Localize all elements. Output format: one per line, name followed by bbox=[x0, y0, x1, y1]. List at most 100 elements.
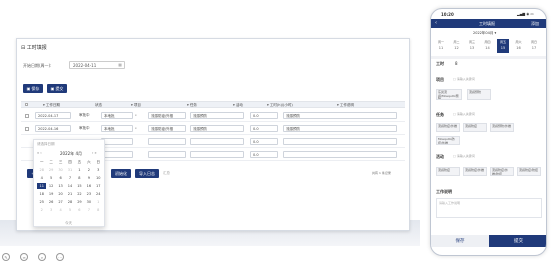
add-button[interactable]: 添加 bbox=[531, 21, 539, 27]
week-day[interactable]: 周三 13 bbox=[466, 39, 478, 53]
hours-value[interactable]: 8 bbox=[455, 61, 458, 66]
next-month-button[interactable]: › » bbox=[92, 151, 97, 155]
calendar-day[interactable]: 8 bbox=[94, 207, 103, 213]
activity-cell[interactable]: 流感预防 bbox=[190, 125, 244, 132]
calendar-day[interactable]: 25 bbox=[37, 199, 46, 205]
week-day[interactable]: 周一 11 bbox=[435, 39, 447, 53]
calendar-day[interactable]: 6 bbox=[75, 207, 84, 213]
calendar-day[interactable]: 29 bbox=[75, 199, 84, 205]
desc-cell[interactable] bbox=[283, 151, 397, 158]
calendar-day[interactable]: 11 bbox=[37, 183, 47, 189]
task-chip[interactable]: 流感预防/外推 bbox=[490, 123, 514, 132]
desc-cell[interactable] bbox=[283, 138, 397, 145]
project-cell[interactable]: 本地批 bbox=[101, 112, 133, 119]
zoom-icon[interactable]: ⌕ bbox=[38, 253, 46, 261]
calendar-day[interactable]: 22 bbox=[75, 191, 84, 197]
task-cell[interactable]: 流感防疫/外推 bbox=[148, 112, 186, 119]
calendar-day[interactable]: 14 bbox=[65, 183, 74, 189]
submit-button[interactable]: ▣ 提交 bbox=[47, 84, 67, 93]
calendar-day[interactable]: 4 bbox=[56, 207, 65, 213]
calendar-day[interactable]: 6 bbox=[56, 175, 65, 181]
today-button[interactable]: 今天 bbox=[65, 221, 72, 226]
calendar-day[interactable]: 16 bbox=[84, 183, 93, 189]
calendar-day[interactable]: 31 bbox=[65, 167, 74, 173]
row-checkbox[interactable] bbox=[25, 127, 29, 131]
calendar-day[interactable]: 3 bbox=[94, 167, 103, 173]
calendar-day[interactable]: 17 bbox=[94, 183, 103, 189]
task-chip[interactable]: Mosquito防控/外推 bbox=[436, 136, 460, 145]
calendar-day[interactable]: 19 bbox=[46, 191, 55, 197]
hours-cell[interactable]: 0.0 bbox=[250, 125, 278, 132]
calendar-day[interactable]: 18 bbox=[37, 191, 46, 197]
save-button[interactable]: ▣ 保存 bbox=[23, 84, 43, 93]
mobile-submit-button[interactable]: 提交 bbox=[489, 235, 546, 247]
calendar-day[interactable]: 15 bbox=[75, 183, 84, 189]
task-cell[interactable] bbox=[148, 138, 186, 145]
calendar-day[interactable]: 20 bbox=[56, 191, 65, 197]
calendar-day[interactable]: 9 bbox=[84, 175, 93, 181]
import-log-button[interactable]: 导入日志 bbox=[135, 169, 159, 178]
project-cell[interactable] bbox=[101, 138, 133, 145]
week-day[interactable]: 周四 14 bbox=[482, 39, 494, 53]
task-cell[interactable] bbox=[148, 151, 186, 158]
calendar-day[interactable]: 27 bbox=[56, 199, 65, 205]
calendar-day[interactable]: 3 bbox=[46, 207, 55, 213]
task-chip[interactable]: 流感防疫/外推 bbox=[436, 123, 460, 132]
search-icon[interactable]: ⌕ bbox=[135, 113, 137, 117]
calendar-day[interactable]: 13 bbox=[56, 183, 65, 189]
calendar-day[interactable]: 26 bbox=[46, 199, 55, 205]
week-day[interactable]: 周二 12 bbox=[451, 39, 463, 53]
calendar-day[interactable]: 29 bbox=[46, 167, 55, 173]
calendar-day[interactable]: 7 bbox=[65, 175, 74, 181]
row-checkbox[interactable] bbox=[25, 114, 29, 118]
activity-chip[interactable]: 流感防疫/外推 bbox=[463, 167, 487, 176]
hours-cell[interactable]: 0.0 bbox=[250, 151, 278, 158]
link-icon[interactable]: ∞ bbox=[20, 253, 28, 261]
calendar-day[interactable]: 4 bbox=[37, 175, 46, 181]
activity-chip[interactable]: 流感防疫/防控 bbox=[517, 167, 541, 176]
date-picker-input[interactable]: 请选择日期 bbox=[37, 142, 55, 147]
activity-cell[interactable] bbox=[190, 138, 244, 145]
calendar-day[interactable]: 2 bbox=[37, 207, 46, 213]
calendar-day[interactable]: 2 bbox=[84, 167, 93, 173]
date-cell[interactable]: 2022-04-17 bbox=[35, 112, 71, 119]
activity-chip[interactable]: 流感防疫 bbox=[436, 167, 460, 176]
calendar-day[interactable]: 30 bbox=[84, 199, 93, 205]
back-icon[interactable]: ‹ bbox=[435, 20, 437, 26]
select-all-checkbox[interactable] bbox=[25, 103, 28, 106]
hours-cell[interactable]: 0.0 bbox=[250, 138, 278, 145]
more-icon[interactable]: ⋯ bbox=[56, 253, 64, 261]
activity-chip[interactable]: 流感防疫/外推/防控 bbox=[490, 167, 514, 176]
task-search[interactable]: □ 请输入关键词 bbox=[453, 112, 475, 116]
start-date-input[interactable]: 2022-04-11 ▦ bbox=[69, 61, 125, 69]
calendar-day[interactable]: 28 bbox=[65, 199, 74, 205]
month-selector[interactable]: 2022年04月 ▾ bbox=[473, 31, 496, 36]
calendar-day[interactable]: 5 bbox=[65, 207, 74, 213]
calendar-day[interactable]: 10 bbox=[94, 175, 103, 181]
desc-textarea[interactable]: 请输入工作说明 bbox=[436, 198, 542, 218]
desc-cell[interactable]: 流感预防 bbox=[283, 112, 397, 119]
desc-cell[interactable]: 流感预防 bbox=[283, 125, 397, 132]
calendar-day[interactable]: 30 bbox=[56, 167, 65, 173]
task-cell[interactable]: 流感防疫/外推 bbox=[148, 125, 186, 132]
week-day[interactable]: 周日 17 bbox=[528, 39, 540, 53]
hours-cell[interactable]: 0.0 bbox=[250, 112, 278, 119]
project-cell[interactable]: 本地批 bbox=[101, 125, 133, 132]
week-day[interactable]: 周六 16 bbox=[513, 39, 525, 53]
calendar-day[interactable]: 7 bbox=[84, 207, 93, 213]
init-button[interactable]: 初始化 bbox=[111, 169, 131, 178]
activity-cell[interactable]: 流感预防 bbox=[190, 112, 244, 119]
calendar-day[interactable]: 28 bbox=[37, 167, 46, 173]
activity-search[interactable]: □ 请输入关键词 bbox=[453, 154, 475, 158]
calendar-day[interactable]: 1 bbox=[94, 199, 103, 205]
week-day[interactable]: 周五 15 bbox=[497, 39, 509, 53]
calendar-day[interactable]: 21 bbox=[65, 191, 74, 197]
calendar-day[interactable]: 1 bbox=[75, 167, 84, 173]
date-cell[interactable]: 2022-04-16 bbox=[35, 125, 71, 132]
calendar-day[interactable]: 24 bbox=[94, 191, 103, 197]
task-chip[interactable]: 流感防疫 bbox=[463, 123, 487, 132]
prev-month-button[interactable]: « ‹ bbox=[37, 151, 42, 155]
calendar-day[interactable]: 12 bbox=[46, 183, 55, 189]
project-cell[interactable] bbox=[101, 151, 133, 158]
mobile-save-button[interactable]: 保存 bbox=[431, 235, 489, 247]
